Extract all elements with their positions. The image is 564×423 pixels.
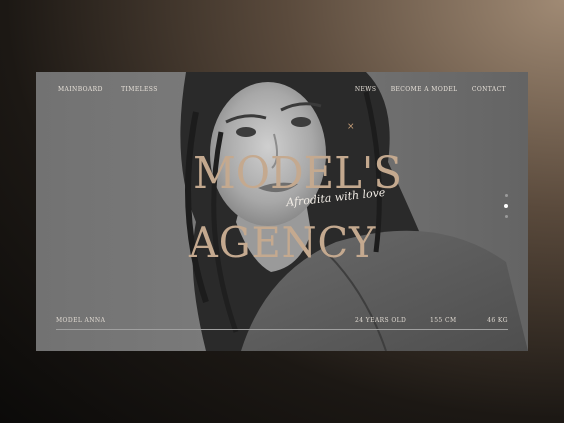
divider-line xyxy=(56,329,508,330)
model-name[interactable]: MODEL ANNA xyxy=(56,317,105,324)
hero-card: MAINBOARD TIMELESS NEWS BECOME A MODEL C… xyxy=(36,72,528,351)
hero-title-line2: AGENCY xyxy=(189,218,377,267)
model-photo xyxy=(180,72,528,351)
slider-dot-1[interactable] xyxy=(504,194,508,197)
slider-dots xyxy=(504,194,508,225)
nav-left: MAINBOARD TIMELESS xyxy=(58,86,174,93)
slider-dot-3[interactable] xyxy=(504,215,508,218)
close-icon[interactable]: × xyxy=(347,122,355,132)
model-height: 155 CM xyxy=(430,317,457,324)
nav-news[interactable]: NEWS xyxy=(355,86,377,93)
nav-contact[interactable]: CONTACT xyxy=(472,86,506,93)
nav-timeless[interactable]: TIMELESS xyxy=(121,86,158,93)
nav-mainboard[interactable]: MAINBOARD xyxy=(58,86,103,93)
model-weight: 46 KG xyxy=(487,317,508,324)
nav-become-a-model[interactable]: BECOME A MODEL xyxy=(391,86,458,93)
model-age: 24 YEARS OLD xyxy=(355,317,407,324)
nav-right: NEWS BECOME A MODEL CONTACT xyxy=(343,86,506,93)
slider-dot-2-active[interactable] xyxy=(504,204,508,208)
